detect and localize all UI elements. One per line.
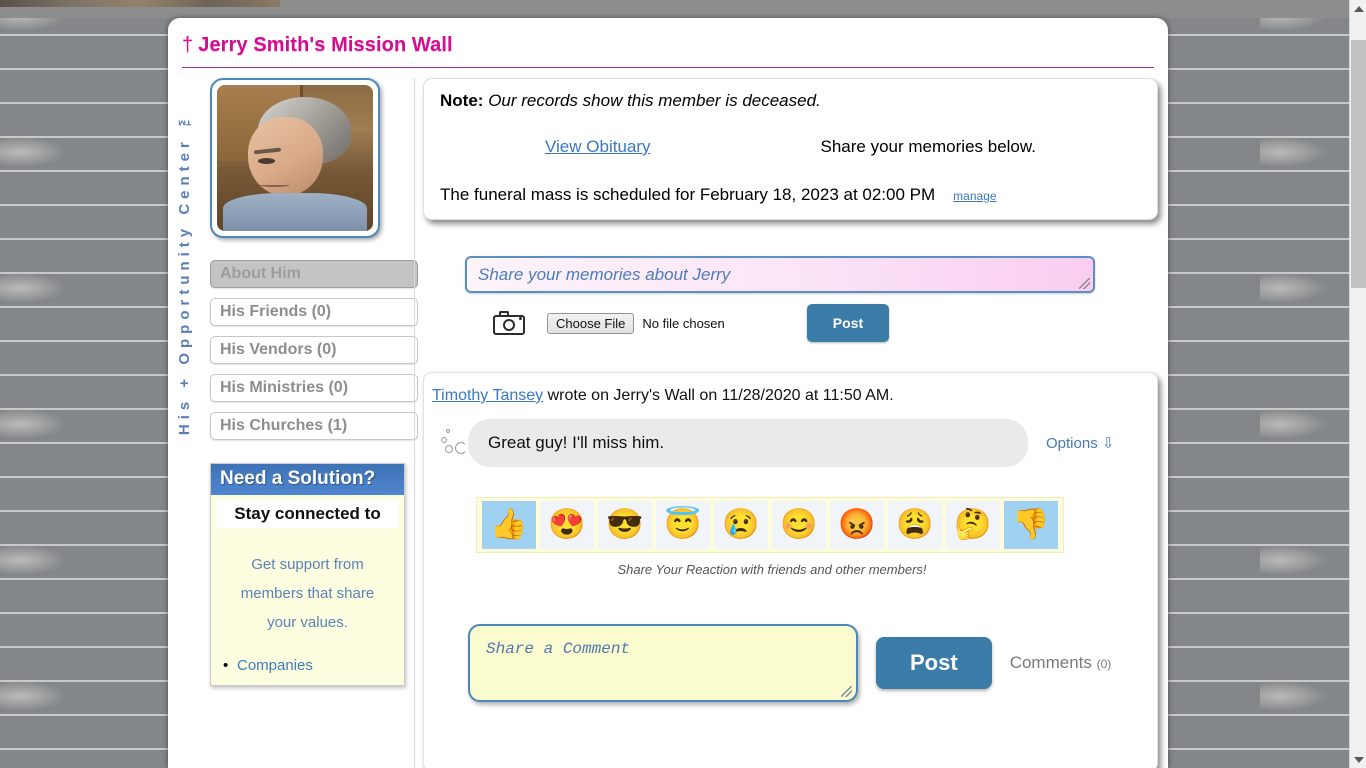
reaction-caption: Share Your Reaction with friends and oth… [617, 562, 927, 577]
main-column: Note: Our records show this member is de… [423, 78, 1168, 768]
vertical-scrollbar[interactable] [1349, 0, 1366, 768]
photo-eye [257, 158, 275, 164]
vertical-brand: His + Opportunity Center ™ [168, 78, 200, 768]
cross-icon: † [182, 34, 194, 56]
memories-input-placeholder: Share your memories about Jerry [478, 264, 731, 284]
post-header: Timothy Tansey wrote on Jerry's Wall on … [424, 387, 1157, 405]
memories-composer: Share your memories about Jerry Choose F… [423, 256, 1158, 342]
reactions-section: 👍 😍 😎 😇 😢 😊 😡 😩 🤔 👎 Share Your Reaction … [424, 497, 1157, 577]
sidebar: About Him His Friends (0) His Vendors (0… [200, 78, 418, 768]
choose-file-button[interactable]: Choose File [547, 312, 635, 334]
comments-count-label: Comments [1009, 653, 1092, 672]
scrollbar-thumb[interactable] [1351, 40, 1366, 288]
resize-grip-icon[interactable] [1079, 278, 1090, 289]
comment-composer: Share a Comment Post Comments (0) [424, 624, 1157, 702]
scroll-down-arrow-icon[interactable] [1350, 751, 1366, 768]
reaction-bar: 👍 😍 😎 😇 😢 😊 😡 😩 🤔 👎 [476, 497, 1064, 553]
thumbs-up-reaction[interactable]: 👍 [482, 501, 536, 549]
solution-subheading: Stay connected to [216, 500, 399, 528]
column-divider [414, 78, 415, 768]
note-row-links: View Obituary Share your memories below. [440, 137, 1141, 157]
comment-input[interactable]: Share a Comment [468, 624, 858, 702]
solution-list: Companies [211, 643, 404, 685]
photo-shirt [223, 193, 367, 231]
post-options-link[interactable]: Options ⇩ [1046, 434, 1114, 452]
composer-controls: Choose File No file chosen Post [465, 304, 1158, 342]
angry-reaction[interactable]: 😡 [830, 501, 884, 549]
halo-reaction[interactable]: 😇 [656, 501, 710, 549]
post-author-link[interactable]: Timothy Tansey [432, 387, 543, 404]
comment-resize-grip-icon[interactable] [841, 686, 852, 697]
post-body-bubble: Great guy! I'll miss him. [468, 419, 1028, 467]
avatar-photo [217, 85, 373, 231]
memories-input[interactable]: Share your memories about Jerry [465, 256, 1095, 293]
wall-post: Timothy Tansey wrote on Jerry's Wall on … [423, 372, 1158, 768]
top-scrolled-sliver [0, 0, 280, 7]
camera-lens [503, 319, 515, 331]
solution-body: Get support from members that share your… [240, 556, 375, 631]
thinking-reaction[interactable]: 🤔 [946, 501, 1000, 549]
funeral-text: The funeral mass is scheduled for Februa… [440, 185, 936, 204]
page-card: † Jerry Smith's Mission Wall His + Opport… [168, 18, 1168, 768]
post-memory-button[interactable]: Post [806, 304, 890, 342]
funeral-info-row: The funeral mass is scheduled for Februa… [440, 185, 1141, 205]
solution-list-item-companies[interactable]: Companies [223, 655, 404, 677]
note-label: Note: [440, 91, 484, 110]
post-meta: wrote on Jerry's Wall on 11/28/2020 at 1… [543, 387, 894, 404]
heart-eyes-reaction[interactable]: 😍 [540, 501, 594, 549]
camera-dot [519, 317, 522, 320]
solution-heading: Need a Solution? [211, 464, 404, 495]
manage-link[interactable]: manage [953, 189, 996, 203]
camera-icon[interactable] [493, 311, 525, 335]
crying-reaction[interactable]: 😢 [714, 501, 768, 549]
top-gray-strip-right [280, 0, 1366, 7]
top-gray-strip [0, 7, 1366, 18]
thumbs-down-reaction[interactable]: 👎 [1004, 501, 1058, 549]
smiling-reaction[interactable]: 😊 [772, 501, 826, 549]
sidebar-item-about-him[interactable]: About Him [210, 260, 418, 288]
sidebar-item-his-churches[interactable]: His Churches (1) [210, 412, 418, 440]
body-wrapper: His + Opportunity Center ™ About Him His… [168, 68, 1168, 768]
sidebar-item-his-ministries[interactable]: His Ministries (0) [210, 374, 418, 402]
vertical-brand-text: His + Opportunity Center ™ [175, 106, 193, 436]
sidebar-nav: About Him His Friends (0) His Vendors (0… [210, 260, 418, 440]
share-memories-prompt: Share your memories below. [820, 137, 1036, 156]
need-a-solution-panel: Need a Solution? Stay connected to Get s… [210, 463, 405, 686]
weary-reaction[interactable]: 😩 [888, 501, 942, 549]
post-comment-button[interactable]: Post [876, 637, 992, 689]
page-title-text: Jerry Smith's Mission Wall [198, 34, 453, 56]
comment-input-placeholder: Share a Comment [486, 640, 631, 658]
view-obituary-link[interactable]: View Obituary [545, 137, 651, 157]
sidebar-item-his-friends[interactable]: His Friends (0) [210, 298, 418, 326]
file-name-text: No file chosen [642, 315, 725, 331]
note-line: Note: Our records show this member is de… [440, 91, 1141, 111]
speech-bubble-tail-icon [432, 426, 468, 460]
comments-count: Comments (0) [1010, 653, 1112, 673]
page-title: † Jerry Smith's Mission Wall [168, 18, 1168, 57]
avatar[interactable] [210, 78, 380, 238]
note-message: Our records show this member is deceased… [488, 91, 821, 110]
sunglasses-reaction[interactable]: 😎 [598, 501, 652, 549]
deceased-note-card: Note: Our records show this member is de… [423, 78, 1158, 220]
post-body-row: Great guy! I'll miss him. Options ⇩ [424, 419, 1157, 467]
sidebar-item-his-vendors[interactable]: His Vendors (0) [210, 336, 418, 364]
scroll-up-arrow-icon[interactable] [1350, 0, 1366, 17]
comments-count-value: (0) [1096, 657, 1112, 671]
